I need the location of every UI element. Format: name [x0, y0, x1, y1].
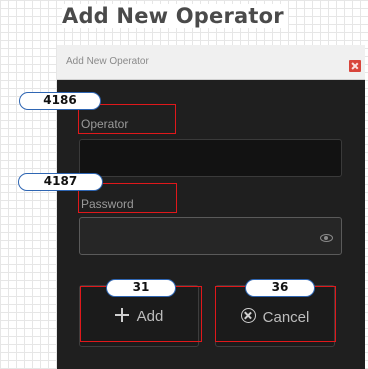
dialog-title: Add New Operator [66, 56, 149, 67]
dialog-titlebar: Add New Operator [57, 45, 365, 80]
element-id-badge: 31 [106, 279, 176, 297]
page-title: Add New Operator [62, 4, 288, 28]
password-field[interactable] [79, 217, 342, 255]
element-id-badge: 4186 [19, 92, 101, 110]
close-icon[interactable] [349, 60, 361, 72]
show-password-eye-icon[interactable] [320, 234, 333, 242]
element-id-badge: 4187 [18, 173, 103, 191]
element-id-badge: 36 [245, 279, 315, 297]
operator-field[interactable] [79, 139, 342, 177]
